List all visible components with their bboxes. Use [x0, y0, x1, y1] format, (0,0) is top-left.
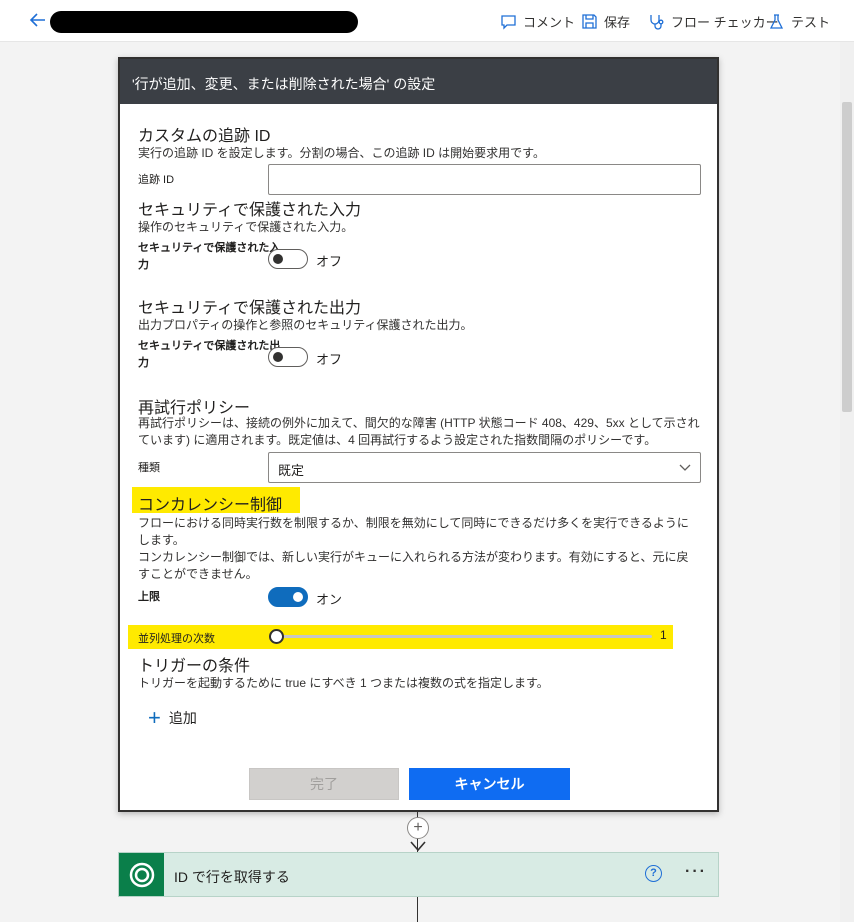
- secure-output-desc: 出力プロパティの操作と参照のセキュリティ保護された出力。: [138, 318, 473, 332]
- save-icon: [582, 13, 597, 29]
- retry-type-value: 既定: [278, 463, 305, 478]
- test-button[interactable]: テスト: [768, 12, 830, 30]
- trigger-conditions-desc: トリガーを起動するために true にすべき 1 つまたは複数の式を指定します。: [138, 676, 549, 690]
- secure-input-label-line1: セキュリティで保護された入: [138, 242, 281, 254]
- insert-step-plus-icon[interactable]: +: [407, 817, 429, 839]
- flow-checker-button[interactable]: フロー チェッカー: [648, 12, 779, 30]
- top-bar: コメント 保存 フロー チェッカー テスト: [0, 0, 854, 42]
- get-row-by-id-card[interactable]: ID で行を取得する ? ···: [118, 852, 719, 897]
- concurrency-desc-line2: します。: [138, 533, 185, 547]
- trigger-conditions-title: トリガーの条件: [138, 658, 251, 675]
- tracking-id-input[interactable]: [268, 164, 701, 195]
- comment-label: コメント: [523, 14, 576, 30]
- card-title: ID で行を取得する: [174, 869, 290, 885]
- concurrency-desc-line1: フローにおける同時実行数を制限するか、制限を無効にして同時にできるだけ多くを実行…: [138, 516, 689, 530]
- retry-desc-line1: 再試行ポリシーは、接続の例外に加えて、間欠的な障害 (HTTP 状態コード 40…: [138, 416, 700, 430]
- secure-output-label-line1: セキュリティで保護された出: [138, 340, 281, 352]
- retry-type-label: 種類: [138, 462, 160, 474]
- secure-input-label-line2: 力: [138, 259, 149, 271]
- comment-button[interactable]: コメント: [500, 12, 575, 30]
- concurrency-desc-line4: すことができません。: [138, 567, 258, 581]
- retry-policy-desc: 再試行ポリシーは、接続の例外に加えて、間欠的な障害 (HTTP 状態コード 40…: [138, 415, 700, 449]
- settings-dialog: '行が追加、変更、または削除された場合' の設定 カスタムの追跡 ID 実行の追…: [118, 57, 719, 812]
- secure-output-label-line2: 力: [138, 357, 149, 369]
- retry-type-select[interactable]: 既定: [268, 452, 701, 483]
- flow-checker-label: フロー チェッカー: [671, 14, 779, 30]
- toggle-knob: [273, 254, 283, 264]
- flow-title-redacted: [50, 11, 358, 33]
- toggle-knob: [293, 592, 303, 602]
- concurrency-desc-line3: コンカレンシー制御では、新しい実行がキューに入れられる方法が変わります。有効にす…: [138, 550, 689, 564]
- concurrency-limit-label: 上限: [138, 591, 160, 603]
- back-arrow-icon[interactable]: [28, 10, 50, 32]
- flask-icon: [769, 13, 784, 29]
- concurrency-limit-toggle[interactable]: [268, 587, 308, 607]
- stethoscope-icon: [650, 14, 664, 30]
- help-icon[interactable]: ?: [645, 865, 662, 882]
- arrow-down-icon: [410, 841, 426, 852]
- save-button[interactable]: 保存: [581, 12, 630, 30]
- secure-output-toggle[interactable]: [268, 347, 308, 367]
- secure-output-state: オフ: [316, 352, 343, 367]
- chevron-down-icon: [679, 464, 691, 471]
- save-label: 保存: [604, 14, 631, 30]
- tracking-id-label: 追跡 ID: [138, 174, 175, 186]
- concurrency-title: コンカレンシー制御: [138, 497, 283, 514]
- secure-input-label: セキュリティで保護された入 力: [138, 240, 280, 274]
- add-condition-button[interactable]: + 追加: [148, 705, 197, 730]
- tracking-id-title: カスタムの追跡 ID: [138, 128, 271, 145]
- parallelism-slider-thumb[interactable]: [269, 629, 284, 644]
- concurrency-limit-state: オン: [316, 592, 343, 607]
- scrollbar-thumb[interactable]: [842, 102, 852, 412]
- secure-input-desc: 操作のセキュリティで保護された入力。: [138, 220, 354, 234]
- dialog-title: '行が追加、変更、または削除された場合' の設定: [120, 59, 717, 104]
- plus-icon: +: [148, 705, 161, 730]
- cancel-button[interactable]: キャンセル: [409, 768, 570, 800]
- parallelism-value: 1: [660, 628, 667, 642]
- concurrency-desc: フローにおける同時実行数を制限するか、制限を無効にして同時にできるだけ多くを実行…: [138, 515, 689, 583]
- parallelism-label: 並列処理の次数: [138, 633, 215, 645]
- more-options-icon[interactable]: ···: [685, 863, 707, 881]
- parallelism-slider-track[interactable]: [277, 635, 652, 638]
- secure-input-toggle[interactable]: [268, 249, 308, 269]
- retry-desc-line2: ています) に適用されます。既定値は、4 回再試行するよう設定された指数間隔のポ…: [138, 433, 657, 447]
- dataverse-icon: [119, 853, 164, 896]
- test-label: テスト: [791, 14, 831, 30]
- connector-line-bottom: [417, 897, 418, 922]
- secure-input-title: セキュリティで保護された入力: [138, 202, 362, 219]
- secure-output-title: セキュリティで保護された出力: [138, 300, 362, 317]
- done-button[interactable]: 完了: [249, 768, 399, 800]
- comment-icon: [501, 14, 516, 30]
- secure-input-state: オフ: [316, 254, 343, 269]
- vertical-scrollbar[interactable]: [840, 42, 854, 922]
- tracking-id-desc: 実行の追跡 ID を設定します。分割の場合、この追跡 ID は開始要求用です。: [138, 146, 545, 160]
- add-condition-label: 追加: [168, 710, 197, 726]
- secure-output-label: セキュリティで保護された出 力: [138, 338, 280, 372]
- toggle-knob: [273, 352, 283, 362]
